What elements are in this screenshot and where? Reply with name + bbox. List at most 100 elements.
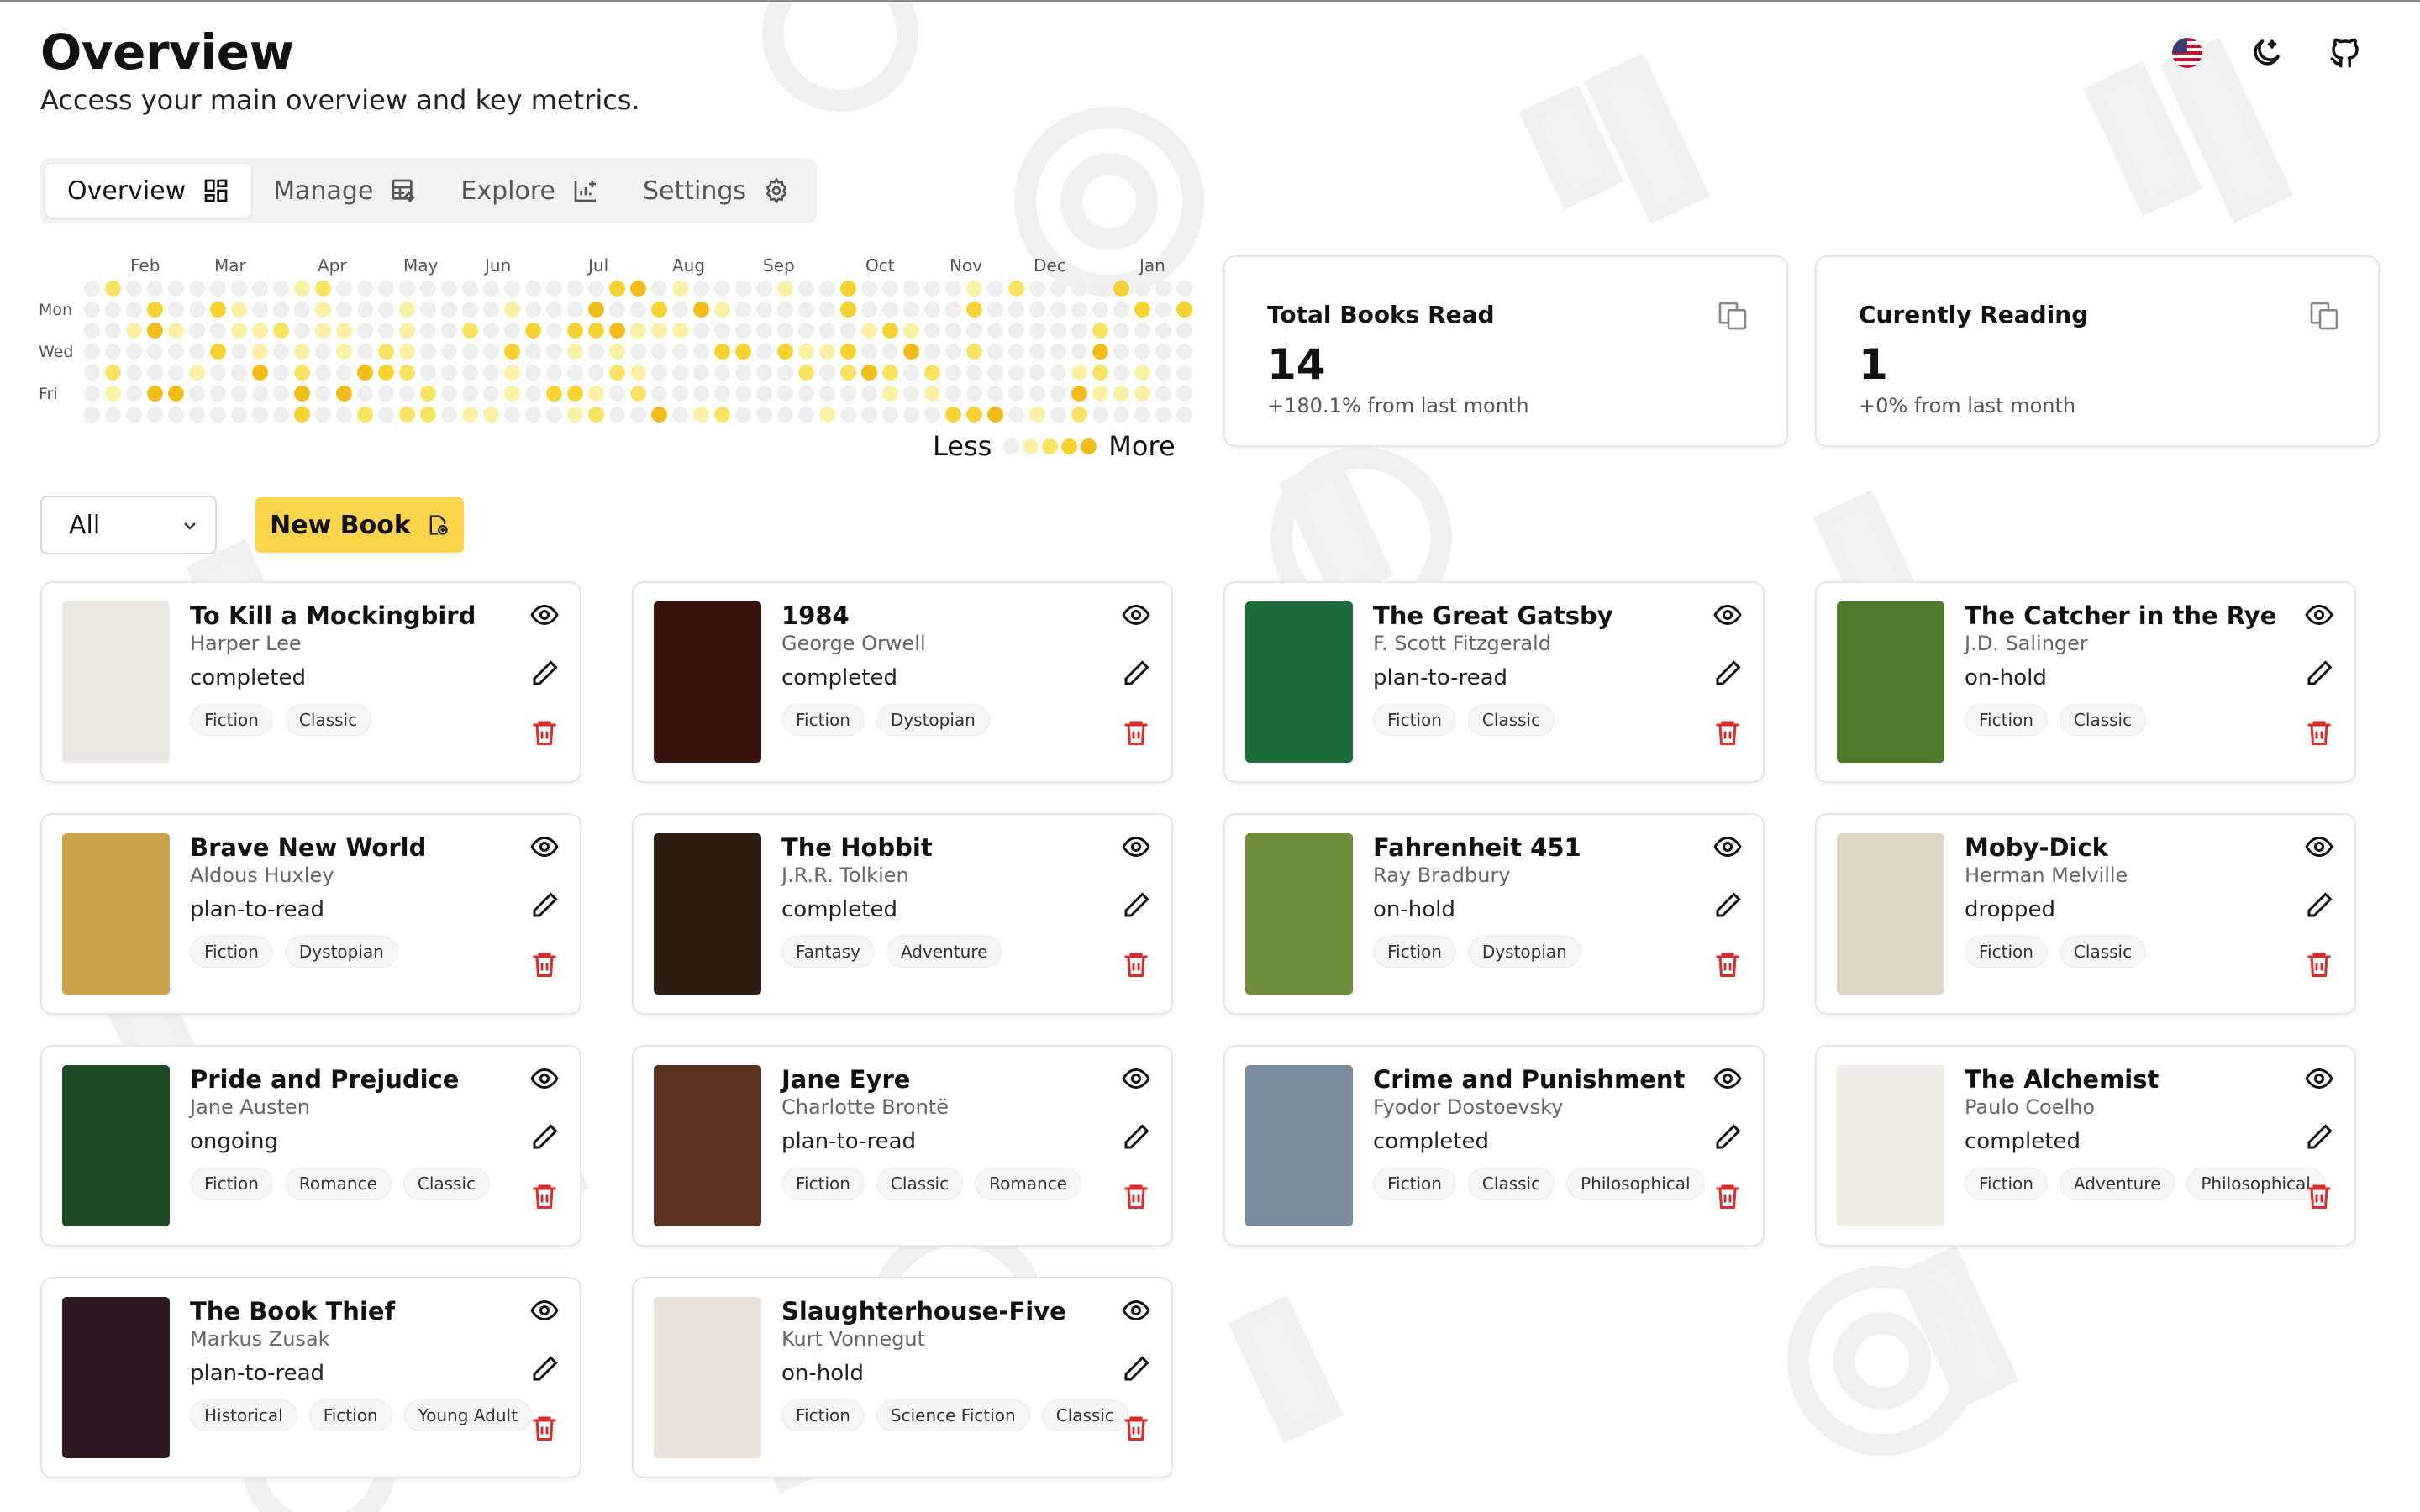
trash-icon[interactable] <box>1121 717 1151 748</box>
heatmap-cell[interactable] <box>546 302 562 318</box>
heatmap-cell[interactable] <box>777 407 793 423</box>
book-card[interactable]: Brave New World Aldous Huxley plan-to-re… <box>40 813 581 1015</box>
heatmap-cell[interactable] <box>1050 302 1066 318</box>
heatmap-cell[interactable] <box>252 323 268 339</box>
heatmap-cell[interactable] <box>945 344 961 360</box>
trash-icon[interactable] <box>1121 1181 1151 1211</box>
heatmap-cell[interactable] <box>1134 323 1150 339</box>
pencil-icon[interactable] <box>1121 1122 1151 1152</box>
eye-icon[interactable] <box>529 1063 560 1094</box>
heatmap-cell[interactable] <box>357 344 373 360</box>
heatmap-cell[interactable] <box>714 386 730 402</box>
heatmap-cell[interactable] <box>1155 281 1171 297</box>
heatmap-cell[interactable] <box>819 344 835 360</box>
eye-icon[interactable] <box>529 832 560 862</box>
heatmap-cell[interactable] <box>462 386 478 402</box>
heatmap-cell[interactable] <box>126 407 142 423</box>
heatmap-cell[interactable] <box>168 407 184 423</box>
heatmap-cell[interactable] <box>1071 386 1087 402</box>
heatmap-cell[interactable] <box>105 302 121 318</box>
heatmap-cell[interactable] <box>567 302 583 318</box>
heatmap-cell[interactable] <box>672 323 688 339</box>
book-card[interactable]: To Kill a Mockingbird Harper Lee complet… <box>40 581 581 783</box>
heatmap-cell[interactable] <box>609 344 625 360</box>
heatmap-cell[interactable] <box>966 407 982 423</box>
heatmap-cell[interactable] <box>630 281 646 297</box>
trash-icon[interactable] <box>2304 949 2334 979</box>
heatmap-cell[interactable] <box>672 302 688 318</box>
heatmap-cell[interactable] <box>1113 302 1129 318</box>
eye-icon[interactable] <box>1712 1063 1743 1094</box>
heatmap-cell[interactable] <box>1008 344 1024 360</box>
heatmap-cell[interactable] <box>987 407 1003 423</box>
heatmap-cell[interactable] <box>567 323 583 339</box>
heatmap-cell[interactable] <box>819 407 835 423</box>
eye-icon[interactable] <box>2304 832 2334 862</box>
heatmap-cell[interactable] <box>567 407 583 423</box>
heatmap-cell[interactable] <box>630 365 646 381</box>
heatmap-cell[interactable] <box>147 407 163 423</box>
tab-overview[interactable]: Overview <box>45 164 252 218</box>
heatmap-cell[interactable] <box>588 386 604 402</box>
heatmap-cell[interactable] <box>189 365 205 381</box>
heatmap-cell[interactable] <box>987 323 1003 339</box>
heatmap-cell[interactable] <box>924 365 940 381</box>
heatmap-cell[interactable] <box>609 302 625 318</box>
heatmap-cell[interactable] <box>105 407 121 423</box>
heatmap-cell[interactable] <box>231 407 247 423</box>
heatmap-cell[interactable] <box>1092 386 1108 402</box>
eye-icon[interactable] <box>2304 1063 2334 1094</box>
heatmap-cell[interactable] <box>231 344 247 360</box>
heatmap-cell[interactable] <box>987 365 1003 381</box>
heatmap-cell[interactable] <box>1155 323 1171 339</box>
heatmap-cell[interactable] <box>546 281 562 297</box>
heatmap-cell[interactable] <box>378 365 394 381</box>
heatmap-cell[interactable] <box>777 302 793 318</box>
heatmap-cell[interactable] <box>210 281 226 297</box>
heatmap-cell[interactable] <box>1176 386 1192 402</box>
heatmap-cell[interactable] <box>777 323 793 339</box>
heatmap-cell[interactable] <box>462 302 478 318</box>
heatmap-cell[interactable] <box>987 302 1003 318</box>
heatmap-cell[interactable] <box>840 302 856 318</box>
heatmap-cell[interactable] <box>441 407 457 423</box>
heatmap-cell[interactable] <box>735 344 751 360</box>
heatmap-cell[interactable] <box>630 407 646 423</box>
heatmap-cell[interactable] <box>693 365 709 381</box>
book-card[interactable]: Crime and Punishment Fyodor Dostoevsky c… <box>1223 1045 1765 1247</box>
heatmap-cell[interactable] <box>462 323 478 339</box>
heatmap-cell[interactable] <box>1071 365 1087 381</box>
heatmap-cell[interactable] <box>504 365 520 381</box>
heatmap-cell[interactable] <box>315 365 331 381</box>
heatmap-cell[interactable] <box>462 281 478 297</box>
heatmap-cell[interactable] <box>1029 302 1045 318</box>
heatmap-cell[interactable] <box>1113 344 1129 360</box>
heatmap-cell[interactable] <box>525 407 541 423</box>
heatmap-cell[interactable] <box>861 302 877 318</box>
pencil-icon[interactable] <box>1712 659 1743 689</box>
heatmap-cell[interactable] <box>441 365 457 381</box>
heatmap-cell[interactable] <box>252 386 268 402</box>
heatmap-cell[interactable] <box>357 407 373 423</box>
heatmap-cell[interactable] <box>861 386 877 402</box>
heatmap-cell[interactable] <box>336 407 352 423</box>
heatmap-cell[interactable] <box>273 281 289 297</box>
heatmap-cell[interactable] <box>714 281 730 297</box>
heatmap-cell[interactable] <box>672 344 688 360</box>
heatmap-cell[interactable] <box>399 344 415 360</box>
heatmap-cell[interactable] <box>630 386 646 402</box>
heatmap-cell[interactable] <box>525 302 541 318</box>
heatmap-cell[interactable] <box>84 344 100 360</box>
heatmap-cell[interactable] <box>546 344 562 360</box>
heatmap-cell[interactable] <box>588 365 604 381</box>
heatmap-cell[interactable] <box>1071 281 1087 297</box>
heatmap-cell[interactable] <box>1113 365 1129 381</box>
heatmap-cell[interactable] <box>840 281 856 297</box>
heatmap-cell[interactable] <box>945 302 961 318</box>
heatmap-cell[interactable] <box>189 323 205 339</box>
heatmap-cell[interactable] <box>987 281 1003 297</box>
heatmap-cell[interactable] <box>420 344 436 360</box>
heatmap-cell[interactable] <box>924 344 940 360</box>
heatmap-cell[interactable] <box>1176 365 1192 381</box>
heatmap-cell[interactable] <box>105 281 121 297</box>
